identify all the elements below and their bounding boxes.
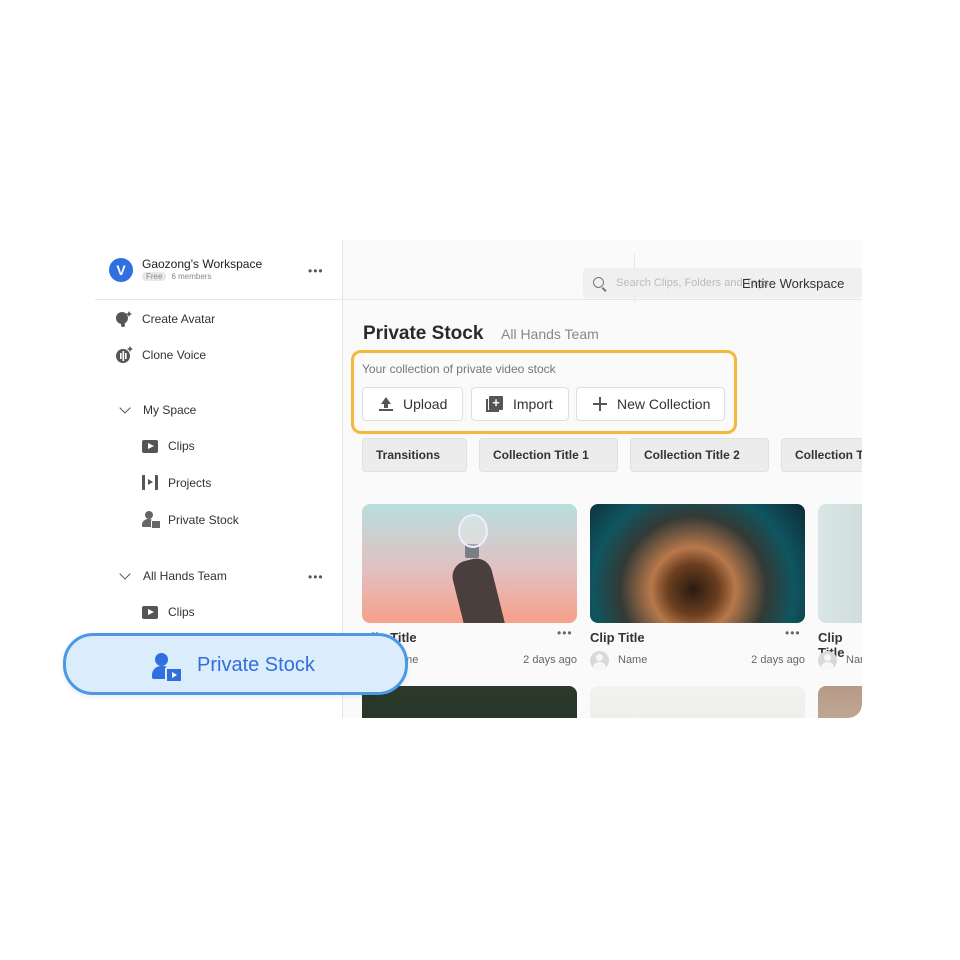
sidebar-item-label: Create Avatar: [142, 312, 216, 326]
page-description: Your collection of private video stock: [362, 362, 556, 376]
member-count: 6 members: [171, 272, 212, 281]
clip-owner: Name: [618, 654, 648, 666]
clip-thumbnail[interactable]: [818, 686, 862, 718]
chevron-down-icon: [119, 568, 131, 580]
sidebar-item-label: Clone Voice: [142, 348, 207, 362]
clip-owner: Name: [846, 654, 862, 666]
sidebar-item-create-avatar[interactable]: Create Avatar: [115, 310, 215, 328]
section-my-space[interactable]: My Space: [119, 402, 197, 417]
sidebar-item-label: Private Stock: [168, 512, 239, 527]
plus-icon: [593, 397, 607, 411]
workspace-meta: Free 6 members: [142, 272, 211, 281]
search-bar[interactable]: Search Clips, Folders and Tags Entire Wo…: [583, 268, 862, 298]
clip-thumbnail[interactable]: [362, 686, 577, 718]
search-scope-select[interactable]: Entire Workspace: [742, 276, 844, 291]
sidebar-item-private-stock[interactable]: Private Stock: [142, 511, 239, 529]
import-icon: +: [486, 395, 503, 413]
callout-label: Private Stock: [197, 654, 315, 676]
clip-more-icon[interactable]: •••: [785, 626, 801, 640]
sidebar-item-clips[interactable]: Clips: [142, 439, 195, 453]
avatar-sparkle-icon: [115, 310, 133, 328]
avatar: [590, 651, 609, 670]
new-collection-label: New Collection: [617, 396, 711, 412]
private-stock-icon: [152, 653, 183, 683]
section-label: My Space: [143, 403, 197, 417]
import-button[interactable]: + Import: [471, 387, 569, 421]
upload-button[interactable]: Upload: [362, 387, 463, 421]
clip-icon: [142, 439, 158, 453]
new-collection-button[interactable]: New Collection: [576, 387, 725, 421]
private-stock-callout[interactable]: Private Stock: [63, 633, 408, 695]
avatar: [818, 651, 837, 670]
clip-thumbnail[interactable]: [590, 686, 805, 718]
clip-time: 2 days ago: [751, 654, 805, 666]
upload-icon: [379, 397, 393, 411]
section-label: All Hands Team: [143, 569, 227, 583]
workspace-name: Gaozong's Workspace: [142, 257, 263, 271]
search-icon: [593, 277, 604, 288]
project-film-icon: [142, 475, 158, 490]
page-subtitle: All Hands Team: [501, 326, 599, 342]
clip-thumbnail[interactable]: [590, 504, 805, 623]
workspace-header[interactable]: V Gaozong's Workspace Free 6 members •••: [95, 240, 342, 300]
clip-thumbnail[interactable]: [818, 504, 862, 623]
sidebar-item-label: Clips: [168, 605, 195, 619]
collection-chip[interactable]: Collection Title 2: [630, 438, 769, 472]
sidebar-item-clone-voice[interactable]: Clone Voice: [115, 346, 206, 364]
workspace-logo: V: [109, 258, 133, 282]
clip-thumbnail[interactable]: [362, 504, 577, 623]
clip-time: 2 days ago: [523, 654, 577, 666]
sidebar-item-label: Projects: [168, 475, 212, 490]
voice-sparkle-icon: [115, 346, 133, 364]
collection-chip[interactable]: Collection Title 3: [781, 438, 862, 472]
sidebar-item-team-clips[interactable]: Clips: [142, 605, 195, 619]
clip-title[interactable]: Clip Title: [590, 630, 645, 645]
main-panel: Search Clips, Folders and Tags Entire Wo…: [343, 240, 862, 718]
team-more-icon[interactable]: •••: [308, 570, 324, 584]
chevron-down-icon: [119, 402, 131, 414]
upload-label: Upload: [403, 396, 448, 412]
sidebar-item-projects[interactable]: Projects: [142, 475, 211, 490]
clip-more-icon[interactable]: •••: [557, 626, 573, 640]
collection-chip[interactable]: Transitions: [362, 438, 467, 472]
private-stock-icon: [142, 511, 161, 529]
divider: [343, 299, 862, 300]
import-label: Import: [513, 396, 553, 412]
sidebar-item-label: Clips: [168, 439, 195, 453]
page-title: Private Stock: [363, 323, 484, 344]
clip-icon: [142, 605, 158, 619]
plan-badge: Free: [142, 272, 167, 281]
collection-chip[interactable]: Collection Title 1: [479, 438, 618, 472]
workspace-more-icon[interactable]: •••: [308, 265, 324, 277]
section-team[interactable]: All Hands Team: [119, 568, 227, 583]
